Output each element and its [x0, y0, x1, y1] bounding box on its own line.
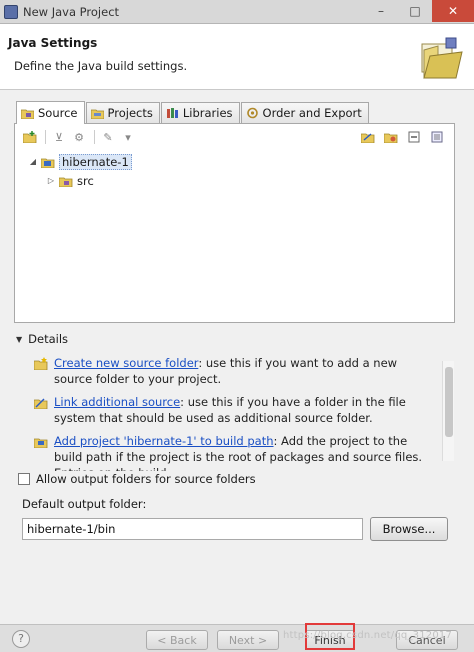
configure-icon[interactable]: ⚙: [70, 128, 88, 146]
allow-output-folders-row[interactable]: Allow output folders for source folders: [18, 472, 256, 486]
tab-order-export-label: Order and Export: [262, 106, 362, 120]
view-menu-icon[interactable]: [428, 128, 446, 146]
allow-output-folders-label: Allow output folders for source folders: [36, 472, 256, 486]
src-folder-name: src: [77, 173, 94, 188]
tree-node-project[interactable]: ◢ hibernate-1: [27, 152, 132, 171]
page-description: Define the Java build settings.: [14, 59, 188, 73]
maximize-button[interactable]: □: [398, 0, 432, 22]
browse-button[interactable]: Browse...: [370, 517, 448, 541]
add-project-to-build-path-link[interactable]: Add project 'hibernate-1' to build path: [54, 434, 274, 448]
details-scrollbar[interactable]: [442, 361, 454, 461]
source-toolbar: ⊻ ⚙ ✎ ▾: [15, 124, 454, 150]
toolbar-right-group: [359, 128, 448, 146]
tab-source[interactable]: Source: [16, 101, 85, 124]
toolbar-separator: [45, 130, 46, 144]
scrollbar-thumb[interactable]: [445, 367, 453, 437]
watermark: https://blog.csdn.net/qq_312017: [283, 630, 453, 641]
default-output-folder-label: Default output folder:: [22, 497, 147, 511]
tab-projects[interactable]: Projects: [85, 102, 160, 123]
collapse-arrow-icon[interactable]: ▼: [16, 335, 22, 344]
default-output-folder-field[interactable]: [22, 518, 363, 540]
wizard-header: Java Settings Define the Java build sett…: [0, 24, 474, 90]
details-body: Create new source folder: use this if yo…: [32, 355, 436, 471]
help-icon[interactable]: ?: [12, 630, 30, 648]
java-project-icon: [41, 158, 55, 168]
detail-item-create-folder: Create new source folder: use this if yo…: [32, 355, 436, 387]
expand-arrow-icon[interactable]: ▷: [45, 176, 57, 185]
chevron-down-icon[interactable]: ▾: [119, 128, 137, 146]
tab-order-export[interactable]: Order and Export: [240, 102, 369, 123]
new-source-folder-icon: [34, 357, 48, 370]
tab-libraries[interactable]: Libraries: [160, 102, 240, 123]
libraries-icon: [166, 108, 178, 118]
window-titlebar: New Java Project – □ ✕: [0, 0, 474, 24]
source-folder-icon: [21, 109, 34, 119]
tab-projects-label: Projects: [107, 106, 153, 120]
link-source-icon[interactable]: [359, 128, 377, 146]
allow-output-folders-checkbox[interactable]: [18, 473, 30, 485]
window-title: New Java Project: [23, 4, 120, 19]
collapse-arrow-icon[interactable]: ◢: [27, 157, 39, 166]
filter-icon[interactable]: ⊻: [50, 128, 68, 146]
next-button[interactable]: Next >: [217, 630, 279, 650]
add-folder-icon[interactable]: [21, 128, 39, 146]
tree-node-src[interactable]: ▷ src: [27, 171, 132, 190]
tab-source-label: Source: [38, 106, 78, 120]
details-header[interactable]: ▼ Details: [16, 331, 456, 347]
add-to-build-path-icon: [34, 438, 48, 448]
tab-libraries-label: Libraries: [182, 106, 233, 120]
order-export-icon: [246, 107, 258, 119]
project-name: hibernate-1: [59, 153, 132, 170]
close-button[interactable]: ✕: [432, 0, 474, 22]
details-heading: Details: [28, 332, 69, 346]
eclipse-app-icon: [4, 4, 18, 19]
projects-icon: [90, 109, 104, 119]
minimize-button[interactable]: –: [364, 0, 398, 22]
detail-item-add-project: Add project 'hibernate-1' to build path:…: [32, 433, 436, 471]
details-section: ▼ Details Create new source folder: use …: [16, 331, 456, 471]
window-controls: – □ ✕: [364, 0, 474, 24]
toolbar-separator: [94, 130, 95, 144]
source-tree: ◢ hibernate-1 ▷ src: [27, 152, 132, 190]
detail-item-link-source: Link additional source: use this if you …: [32, 394, 436, 426]
source-tab-panel: ⊻ ⚙ ✎ ▾ ◢ hibernate-1 ▷ src: [14, 123, 455, 323]
remove-icon[interactable]: ✎: [99, 128, 117, 146]
package-folder-icon: [59, 177, 73, 187]
new-source-folder-icon[interactable]: [382, 128, 400, 146]
open-folder-banner-icon: [421, 37, 463, 79]
link-source-icon: [34, 398, 48, 409]
collapse-all-icon[interactable]: [405, 128, 423, 146]
tab-strip: Source Projects Libraries Order and Expo…: [16, 101, 370, 124]
link-additional-source-link[interactable]: Link additional source: [54, 395, 180, 409]
page-title: Java Settings: [8, 36, 98, 50]
create-new-source-folder-link[interactable]: Create new source folder: [54, 356, 198, 370]
back-button[interactable]: < Back: [146, 630, 208, 650]
